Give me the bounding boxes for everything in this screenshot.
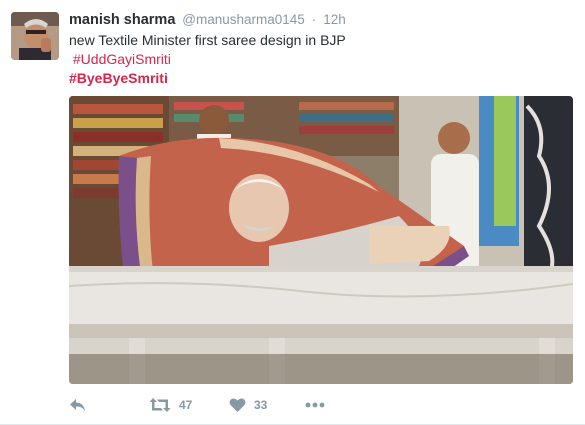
- retweet-button[interactable]: 47: [149, 397, 229, 413]
- tweet-text-line: new Textile Minister first saree design …: [69, 32, 346, 48]
- photo-image: [69, 96, 573, 384]
- tweet-text: new Textile Minister first saree design …: [69, 31, 346, 88]
- avatar[interactable]: [11, 12, 59, 60]
- tweet-card[interactable]: manish sharma @manusharma0145 · 12h new …: [0, 0, 585, 425]
- tweet-photo[interactable]: [69, 96, 573, 384]
- more-dots-icon: [305, 402, 325, 408]
- like-button[interactable]: 33: [229, 397, 305, 413]
- tweet-header: manish sharma @manusharma0145 · 12h: [69, 10, 346, 29]
- like-count: 33: [254, 398, 268, 412]
- more-button[interactable]: [305, 402, 325, 408]
- reply-icon: [70, 399, 85, 411]
- tweet-actions: 47 33: [69, 395, 325, 415]
- hashtag-link-bold[interactable]: #ByeByeSmriti: [69, 70, 168, 86]
- heart-icon: [229, 398, 246, 412]
- tweet-timestamp[interactable]: 12h: [323, 12, 346, 27]
- author-handle[interactable]: @manusharma0145: [182, 12, 305, 27]
- retweet-count: 47: [179, 398, 193, 412]
- reply-button[interactable]: [69, 397, 149, 413]
- author-name[interactable]: manish sharma: [69, 12, 175, 28]
- hashtag-link[interactable]: #UddGayiSmriti: [73, 51, 171, 67]
- separator-dot: ·: [311, 11, 317, 27]
- retweet-icon: [149, 398, 171, 412]
- avatar-image: [11, 12, 59, 60]
